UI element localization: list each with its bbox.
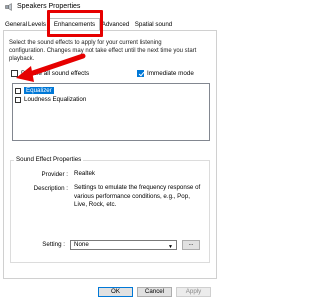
disable-all-effects-label: Disable all sound effects bbox=[21, 70, 90, 77]
description-line: various performance conditions, e.g., Po… bbox=[74, 192, 190, 200]
chevron-down-icon: ▼ bbox=[168, 244, 173, 250]
loudness-equalization-checkbox[interactable] bbox=[15, 96, 21, 103]
window-title: Speakers Properties bbox=[17, 3, 81, 10]
immediate-mode-checkbox[interactable] bbox=[137, 70, 144, 77]
ok-button[interactable]: OK bbox=[98, 287, 133, 297]
title-bar: Speakers Properties bbox=[0, 0, 220, 15]
list-item[interactable]: Loudness Equalization bbox=[15, 95, 86, 104]
description-label: Description : bbox=[33, 185, 68, 192]
tab-advanced[interactable]: Advanced bbox=[100, 20, 131, 30]
disable-all-effects-checkbox[interactable] bbox=[11, 70, 18, 77]
description-value: Settings to emulate the frequency respon… bbox=[74, 184, 206, 210]
setting-dropdown[interactable]: None ▼ bbox=[70, 240, 177, 250]
provider-label: Provider : bbox=[41, 171, 68, 178]
group-title: Sound Effect Properties bbox=[14, 156, 84, 163]
disable-all-effects-row[interactable]: Disable all sound effects bbox=[11, 70, 89, 77]
more-settings-button[interactable]: ... bbox=[182, 240, 200, 250]
speaker-icon bbox=[5, 3, 12, 11]
equalizer-label: Equalizer bbox=[24, 87, 54, 94]
instructions-text: Select the sound effects to apply for yo… bbox=[9, 39, 213, 63]
tab-spatial-sound[interactable]: Spatial sound bbox=[131, 20, 176, 30]
immediate-mode-row[interactable]: Immediate mode bbox=[137, 70, 194, 77]
tab-highlight-box bbox=[47, 10, 103, 37]
provider-value: Realtek bbox=[74, 170, 95, 177]
tab-general[interactable]: General bbox=[5, 20, 27, 30]
list-item[interactable]: Equalizer bbox=[15, 86, 54, 95]
tab-levels[interactable]: Levels bbox=[26, 20, 48, 30]
cancel-button[interactable]: Cancel bbox=[137, 287, 172, 297]
tab-strip: General Levels Enhancements Advanced Spa… bbox=[3, 15, 217, 30]
equalizer-checkbox[interactable] bbox=[15, 87, 21, 94]
description-line: Settings to emulate the frequency respon… bbox=[74, 184, 201, 191]
effects-list[interactable]: Equalizer Loudness Equalization bbox=[12, 83, 210, 141]
instructions-line: Select the sound effects to apply for yo… bbox=[9, 40, 162, 46]
immediate-mode-label: Immediate mode bbox=[147, 70, 194, 77]
setting-value: None bbox=[74, 241, 89, 248]
description-line: Live, Rock, etc. bbox=[74, 201, 117, 208]
instructions-line: configuration. Changes may not take effe… bbox=[9, 48, 197, 54]
setting-label: Setting : bbox=[42, 241, 65, 248]
instructions-line: playback. bbox=[9, 56, 35, 62]
apply-button[interactable]: Apply bbox=[176, 287, 211, 297]
loudness-equalization-label: Loudness Equalization bbox=[24, 96, 87, 103]
